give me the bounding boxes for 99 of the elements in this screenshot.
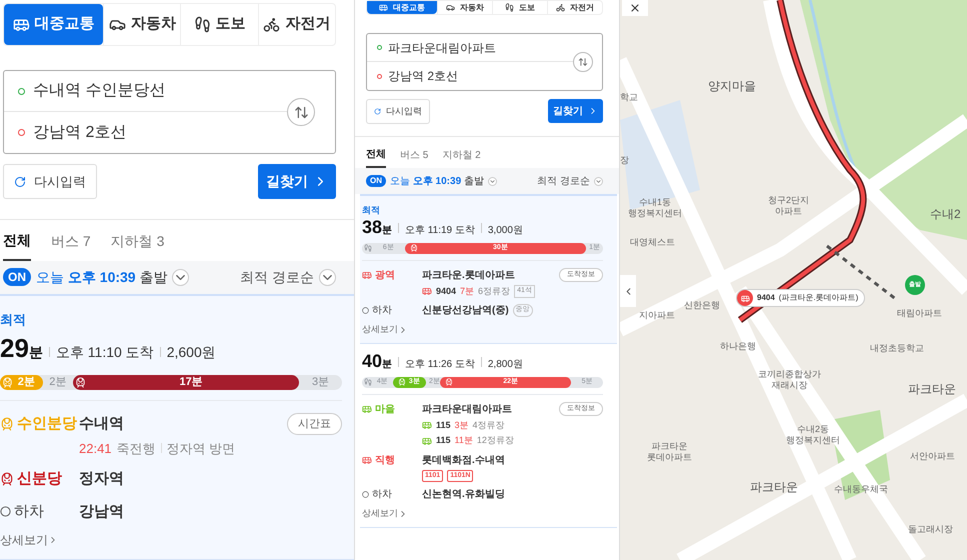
- info-button[interactable]: 시간표: [287, 413, 342, 436]
- travel-mode-tab[interactable]: 도보: [180, 4, 258, 45]
- best-route-label: 최적: [0, 310, 27, 328]
- line-label: 신분당: [17, 469, 62, 489]
- place-label: 대영체스트: [630, 237, 675, 248]
- place-label: 지아파트: [639, 310, 675, 322]
- arrival-eta: 7분: [460, 284, 474, 298]
- details-link[interactable]: 상세보기: [362, 507, 398, 520]
- search-button[interactable]: 길찾기: [548, 99, 603, 123]
- search-button[interactable]: 길찾기: [258, 164, 336, 199]
- result-tab[interactable]: 지하철 3: [110, 220, 164, 261]
- line-label: 수인분당: [17, 414, 77, 434]
- travel-mode-tab[interactable]: 자동차: [103, 4, 180, 45]
- reset-button[interactable]: 다시입력: [3, 164, 97, 199]
- sort-option[interactable]: 최적 경로순: [537, 174, 590, 188]
- line-label: 직행: [375, 454, 395, 468]
- best-route-label: 최적: [362, 204, 381, 217]
- travel-duration: 38분: [362, 218, 392, 236]
- arrival-eta: 3분: [454, 418, 469, 432]
- area-label: 수내2: [930, 207, 961, 222]
- line-label: 하차: [372, 488, 392, 502]
- stop-name: 신분당선강남역(중): [422, 304, 509, 318]
- place-label: 파크타운 롯데아파트: [647, 441, 692, 464]
- arrival-time: 오후 11:10 도착: [56, 343, 154, 362]
- place-label: 수내동우체국: [834, 484, 888, 496]
- search-label: 길찾기: [266, 172, 308, 191]
- travel-mode-tab[interactable]: 대중교통: [367, 1, 438, 14]
- travel-mode-tab[interactable]: 대중교통: [4, 4, 104, 45]
- travel-duration: 29분: [0, 332, 43, 365]
- result-tab[interactable]: 버스 5: [400, 137, 428, 168]
- line-label: 광역: [375, 268, 395, 282]
- fare: 2,600원: [166, 343, 216, 362]
- origin-field[interactable]: 파크타운대림아파트: [367, 34, 573, 62]
- details-link[interactable]: 상세보기: [0, 531, 48, 549]
- place-label: 수내1동 행정복지센터: [628, 197, 682, 220]
- travel-mode-tab[interactable]: 자전거: [547, 1, 602, 14]
- ride-segment: 17분: [73, 375, 300, 390]
- travel-mode-tab[interactable]: 자동차: [437, 1, 492, 14]
- area-label: 파크타운: [908, 382, 956, 397]
- bus-stop-callout[interactable]: 9404 (파크타운.롯데아파트): [736, 289, 866, 307]
- route-card[interactable]: 최적 29분 오후 11:10 도착 2,600원 2분 2분 17분 3분 수인분당수내역 시간표 22:41 죽전행 정자역 방면 신분당 정자역 하차 강남역 상세보기: [0, 294, 354, 560]
- line-label: 하차: [372, 304, 392, 318]
- stop-name: 신논현역.유화빌딩: [422, 488, 505, 502]
- arrival-time: 오후 11:26 도착: [405, 358, 475, 372]
- place-label: 서안아파트: [910, 451, 955, 462]
- area-label: 양지마을: [708, 79, 756, 94]
- reset-label: 다시입력: [34, 172, 86, 191]
- line-label: 하차: [14, 502, 44, 522]
- place-label: 학교: [620, 92, 638, 104]
- reset-button[interactable]: 다시입력: [366, 99, 430, 124]
- place-label: 코끼리종합상가 재래시장: [758, 369, 821, 392]
- place-label: 장: [620, 155, 629, 166]
- departure-time-setting[interactable]: 오늘 오후 10:39 출발: [36, 266, 168, 288]
- train-direction: 죽전행: [116, 440, 156, 458]
- stop-name: 수내역: [79, 414, 124, 434]
- travel-mode-tab[interactable]: 도보: [492, 1, 548, 14]
- platform-direction: 정자역 방면: [166, 440, 236, 458]
- stop-name: 파크타운대림아파트: [422, 402, 512, 416]
- result-tab[interactable]: 버스 7: [51, 220, 91, 261]
- travel-mode-tab[interactable]: 자전거: [258, 4, 335, 45]
- departure-time: 22:41: [79, 440, 112, 458]
- stop-name: 정자역: [79, 469, 124, 489]
- result-tab[interactable]: 지하철 2: [442, 137, 481, 168]
- stop-name: 롯데백화점.수내역: [422, 454, 505, 468]
- travel-duration: 40분: [362, 352, 392, 370]
- stops-away: 6정류장: [478, 284, 510, 298]
- sort-option[interactable]: 최적 경로순: [240, 266, 314, 288]
- fare: 3,000원: [488, 224, 523, 238]
- walk-time-label: 3분: [311, 375, 330, 390]
- bus-number: 115: [436, 434, 451, 447]
- on-badge[interactable]: ON: [366, 175, 386, 187]
- fare: 2,800원: [488, 358, 523, 372]
- on-badge[interactable]: ON: [3, 268, 31, 286]
- place-label: 신한은행: [684, 300, 720, 312]
- place-label: 수내2동 행정복지센터: [786, 424, 840, 446]
- origin-field[interactable]: 수내역 수인분당선: [4, 71, 287, 112]
- place-label: 내정초등학교: [870, 343, 924, 354]
- destination-field[interactable]: 강남역 2호선: [367, 62, 573, 90]
- place-label: 하나은행: [720, 341, 756, 352]
- walk-time-label: 2분: [48, 375, 68, 390]
- stop-name: 파크타운.롯데아파트: [422, 268, 515, 282]
- stops-away: 4정류장: [472, 418, 505, 432]
- arrival-time: 오후 11:19 도착: [405, 224, 475, 238]
- bus-number: 9404: [436, 284, 456, 298]
- stop-name: 강남역: [79, 502, 124, 522]
- destination-field[interactable]: 강남역 2호선: [4, 112, 287, 153]
- place-label: 태림아파트: [897, 308, 942, 320]
- ride-segment: 2분: [0, 375, 42, 390]
- details-link[interactable]: 상세보기: [362, 323, 398, 336]
- reset-label: 다시입력: [386, 104, 422, 118]
- place-label: 돌고래시장: [908, 524, 953, 536]
- arrival-eta: 11분: [454, 434, 473, 447]
- stops-away: 12정류장: [476, 434, 514, 447]
- bus-number: 115: [436, 418, 451, 432]
- area-label: 파크타운: [750, 480, 798, 495]
- departure-time-setting[interactable]: 오늘 오후 10:39 출발: [390, 174, 484, 188]
- search-label: 길찾기: [553, 104, 583, 118]
- place-label: 청구2단지 아파트: [768, 195, 810, 218]
- line-label: 마을: [375, 402, 395, 416]
